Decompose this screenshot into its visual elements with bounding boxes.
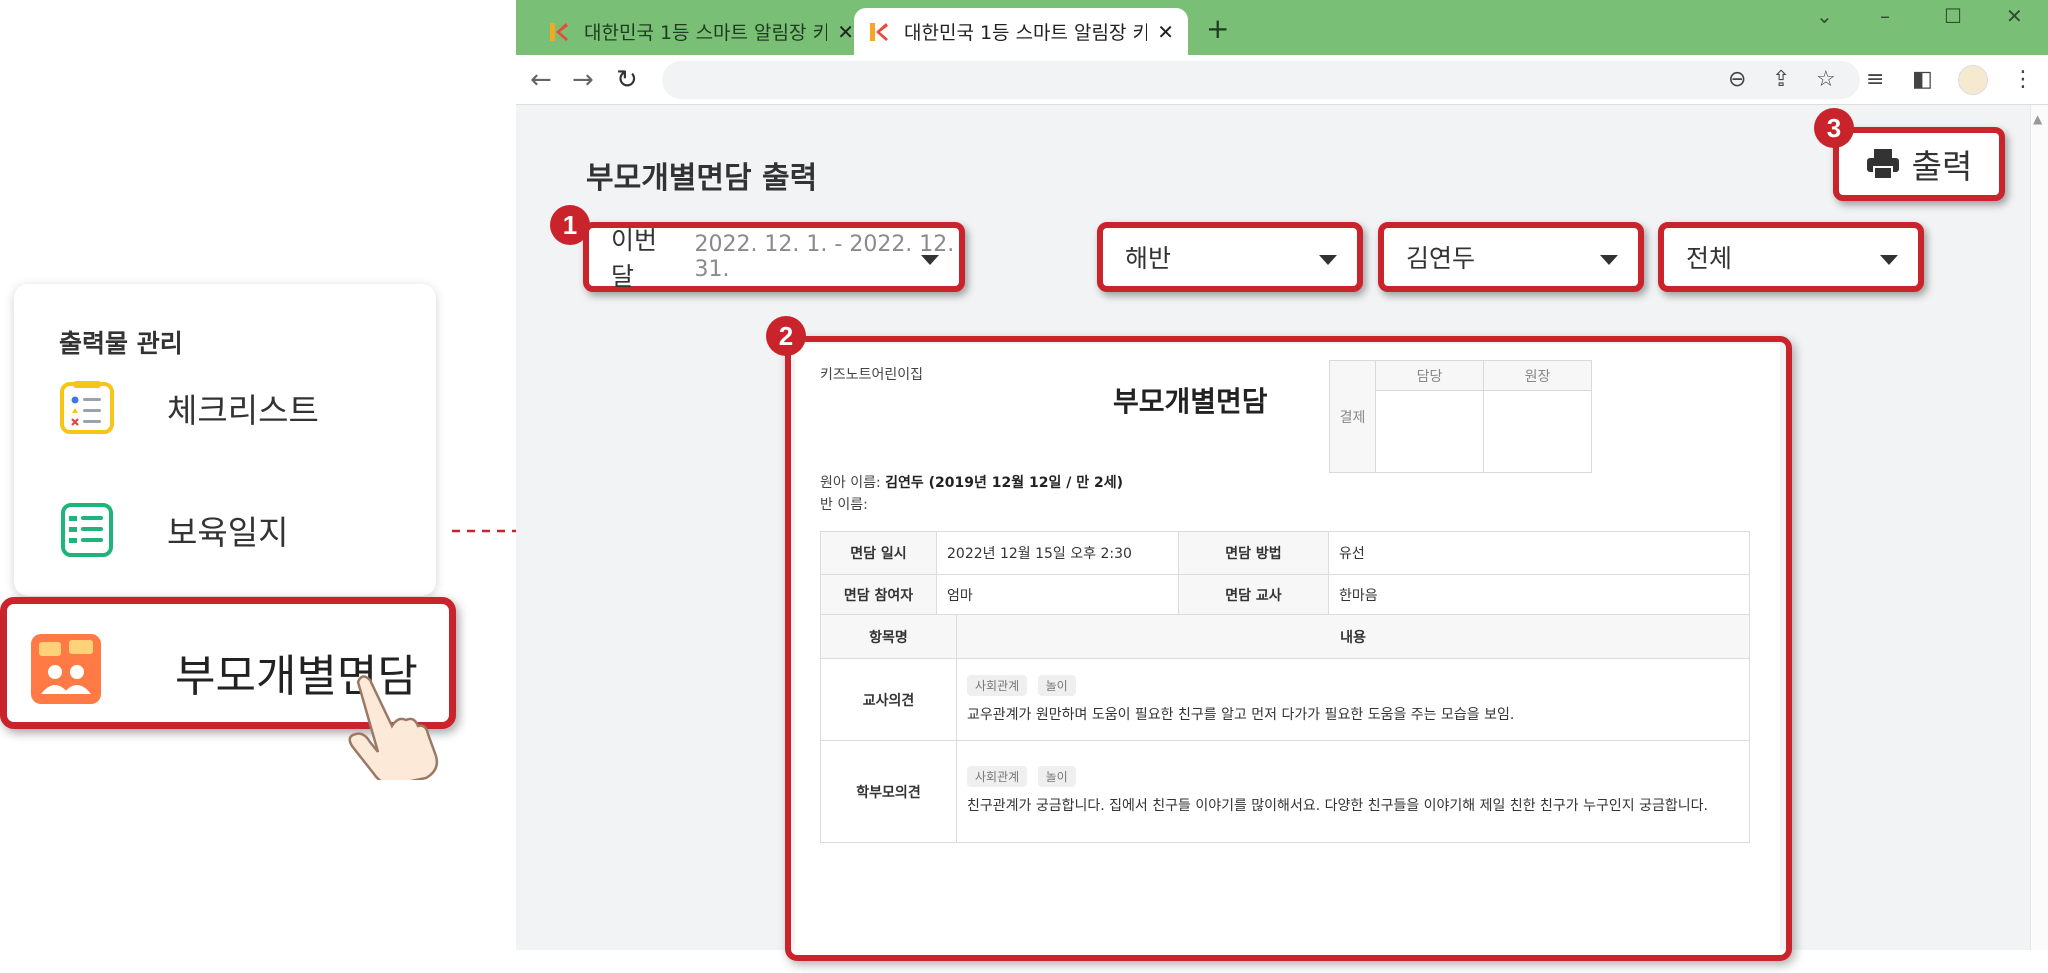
- journal-icon: [61, 503, 113, 557]
- chevron-down-icon: [1600, 255, 1618, 265]
- maximize-icon[interactable]: ☐: [1944, 4, 1962, 28]
- panel-title: 출력물 관리: [59, 329, 183, 358]
- media-control-icon[interactable]: ≡: [1866, 67, 1884, 92]
- tab-kidsnote-2[interactable]: 대한민국 1등 스마트 알림장 키즈노트 ✕: [854, 8, 1188, 55]
- reload-icon[interactable]: ↻: [616, 65, 638, 95]
- category-value: 전체: [1686, 244, 1733, 273]
- step-badge-1: 1: [550, 205, 590, 245]
- more-menu-icon[interactable]: ⋮: [2012, 67, 2034, 92]
- parent-meeting-icon: [31, 634, 101, 704]
- window-close-icon[interactable]: ✕: [2006, 4, 2023, 28]
- address-bar[interactable]: [662, 61, 1860, 99]
- bookmark-star-icon[interactable]: ☆: [1816, 67, 1836, 92]
- print-label: 출력: [1911, 147, 1973, 186]
- close-tab-icon[interactable]: ✕: [1157, 20, 1174, 44]
- menu-item-checklist[interactable]: 체크리스트: [59, 380, 319, 436]
- step-badge-3: 3: [1814, 108, 1854, 148]
- minimize-icon[interactable]: –: [1880, 4, 1890, 28]
- kidsnote-favicon-icon: [870, 22, 888, 41]
- period-dropdown[interactable]: 이번 달 2022. 12. 1. - 2022. 12. 31.: [583, 222, 965, 292]
- tab-kidsnote-1[interactable]: 대한민국 1등 스마트 알림장 키즈노트 ✕: [534, 8, 868, 55]
- output-management-panel: 출력물 관리 체크리스트 보육일지: [14, 284, 436, 596]
- side-panel-icon[interactable]: ◧: [1912, 67, 1933, 92]
- browser-window: 대한민국 1등 스마트 알림장 키즈노트 ✕ 대한민국 1등 스마트 알림장 키…: [516, 0, 2048, 961]
- child-value: 김연두: [1406, 244, 1476, 273]
- close-tab-icon[interactable]: ✕: [837, 20, 854, 44]
- period-range: 2022. 12. 1. - 2022. 12. 31.: [694, 232, 955, 282]
- tab-title: 대한민국 1등 스마트 알림장 키즈노트: [584, 22, 828, 44]
- pointing-hand-icon: [348, 675, 439, 780]
- vertical-scrollbar[interactable]: [2030, 105, 2048, 950]
- chevron-down-icon: [1880, 255, 1898, 265]
- document-highlight-frame: [785, 336, 1792, 961]
- profile-avatar[interactable]: [1958, 65, 1988, 95]
- menu-item-label: 보육일지: [167, 513, 289, 552]
- forward-icon[interactable]: →: [572, 65, 594, 95]
- printer-icon: [1866, 149, 1899, 180]
- category-dropdown[interactable]: 전체: [1658, 222, 1924, 292]
- menu-item-label: 체크리스트: [167, 391, 319, 430]
- kidsnote-favicon-icon: [550, 22, 568, 41]
- new-tab-icon[interactable]: +: [1206, 12, 1229, 45]
- step-badge-2: 2: [766, 316, 806, 356]
- page-content: 부모개별면담 출력 출력 3 이번 달 2022. 12. 1. - 2022.…: [516, 105, 2030, 961]
- tab-strip: 대한민국 1등 스마트 알림장 키즈노트 ✕ 대한민국 1등 스마트 알림장 키…: [516, 0, 2048, 55]
- tab-title: 대한민국 1등 스마트 알림장 키즈노트: [904, 22, 1148, 44]
- chevron-down-icon: [1319, 255, 1337, 265]
- chevron-down-icon: [921, 255, 939, 265]
- menu-item-journal[interactable]: 보육일지: [59, 502, 288, 558]
- page-title: 부모개별면담 출력: [586, 161, 818, 196]
- zoom-icon[interactable]: ⊖: [1728, 67, 1746, 92]
- print-button[interactable]: 출력: [1833, 127, 2005, 201]
- class-dropdown[interactable]: 해반: [1097, 222, 1363, 292]
- back-icon[interactable]: ←: [530, 65, 552, 95]
- period-label: 이번 달: [611, 226, 658, 291]
- class-value: 해반: [1125, 244, 1172, 273]
- share-icon[interactable]: ⇪: [1772, 67, 1790, 92]
- tab-search-chevron-icon[interactable]: ⌄: [1816, 4, 1833, 28]
- checklist-icon: [60, 381, 114, 434]
- scroll-up-arrow-icon[interactable]: ▲: [2033, 112, 2042, 126]
- child-dropdown[interactable]: 김연두: [1378, 222, 1644, 292]
- browser-toolbar: ← → ↻ ⊖ ⇪ ☆ ≡ ◧ ⋮: [516, 55, 2048, 105]
